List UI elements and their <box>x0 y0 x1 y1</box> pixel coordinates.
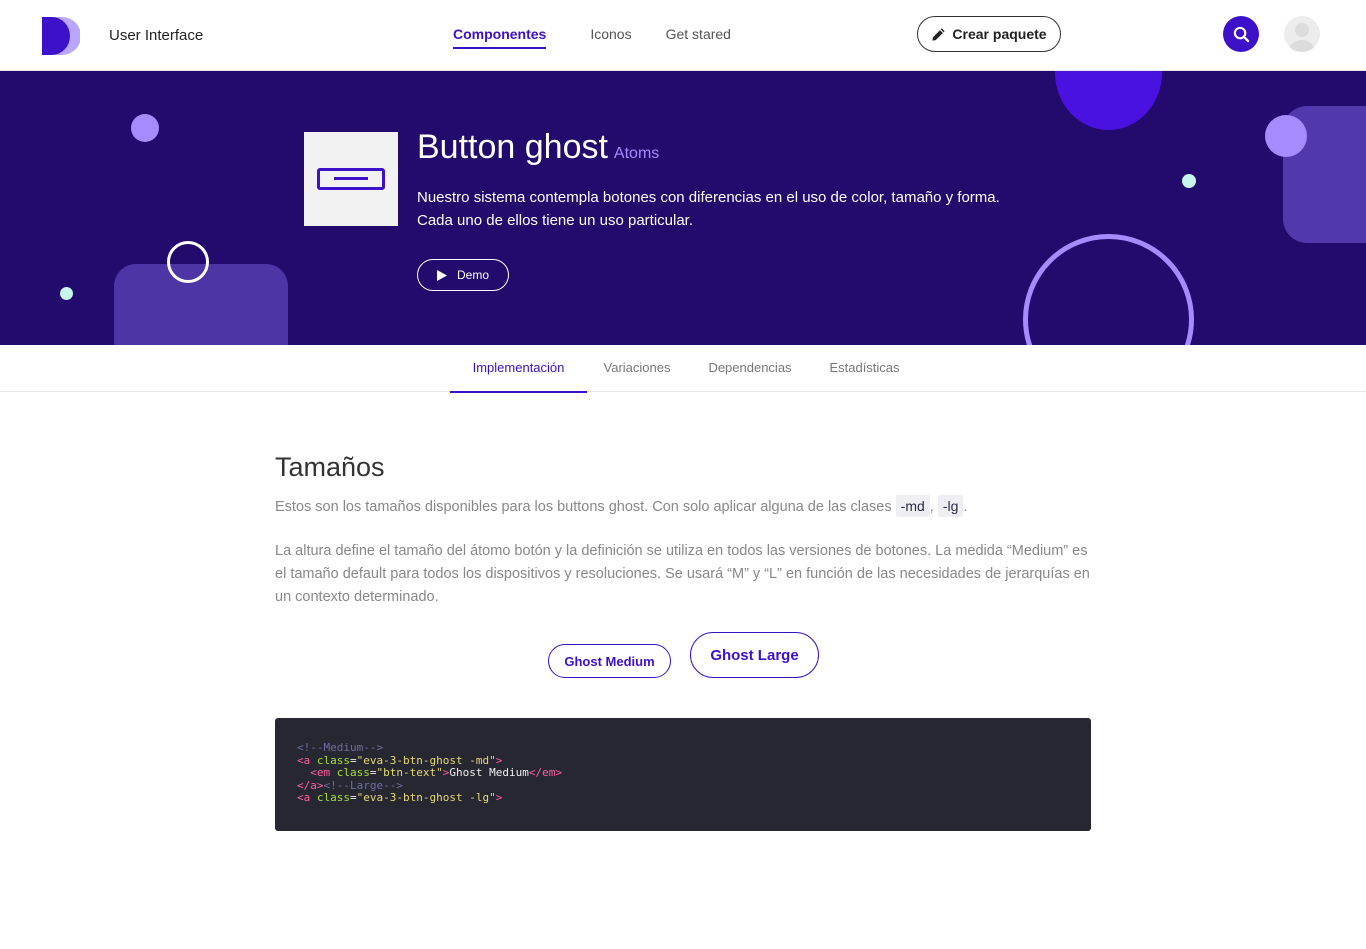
code-eq: = <box>350 791 357 804</box>
section-title: Tamaños <box>275 452 385 482</box>
code-tag-close: > <box>495 753 503 767</box>
demo-button-label: Demo <box>456 268 489 282</box>
top-header: User Interface Componentes Iconos Get st… <box>0 0 1366 71</box>
code-comment-large: <!--Large--> <box>323 778 403 792</box>
tab-implementacion[interactable]: Implementación <box>450 345 587 393</box>
code-line-3: <em class="btn-text">Ghost Medium</em> <box>297 766 1069 780</box>
sizes-intro: Estos son los tamaños disponibles para l… <box>275 495 1095 518</box>
hero-description: Nuestro sistema contempla botones con di… <box>417 186 1057 232</box>
tab-dependencias[interactable]: Dependencias <box>705 345 795 392</box>
logo-icon[interactable] <box>42 17 80 55</box>
page-title: Button ghost Atoms <box>417 128 659 167</box>
hero-banner: Button ghost Atoms Nuestro sistema contem… <box>0 71 1366 345</box>
main-nav: Componentes Iconos Get stared <box>453 0 770 71</box>
code-tag-end: </em> <box>528 766 562 779</box>
code-string: "eva-3-btn-ghost -lg" <box>356 791 496 804</box>
page-title-text: Button ghost <box>417 128 608 166</box>
tab-estadisticas[interactable]: Estadísticas <box>826 345 903 392</box>
decor-dot-left <box>60 287 73 300</box>
code-eq: = <box>350 753 357 767</box>
code-line-5: <a class="eva-3-btn-ghost -lg"> <box>297 791 1069 805</box>
decor-arc-right <box>1023 234 1194 345</box>
hero-description-line1: Nuestro sistema contempla botones con di… <box>417 189 1000 206</box>
code-tag-close: > <box>495 791 503 804</box>
decor-circle-right <box>1265 115 1307 157</box>
play-icon <box>436 269 447 281</box>
search-icon <box>1233 26 1249 42</box>
nav-get-started[interactable]: Get stared <box>666 0 731 71</box>
decor-circle-top <box>1055 71 1162 130</box>
nav-iconos[interactable]: Iconos <box>590 0 631 71</box>
decor-circle-left <box>131 114 159 142</box>
intro-period: . <box>963 499 968 515</box>
class-chip-md: -md <box>895 495 930 517</box>
code-tag: <a <box>297 753 317 767</box>
brand-name[interactable]: User Interface <box>109 27 203 44</box>
component-thumbnail <box>304 132 398 226</box>
user-avatar-icon <box>1290 23 1314 52</box>
button-preview-icon <box>317 168 385 190</box>
code-attr: class <box>336 766 370 779</box>
create-package-button[interactable]: Crear paquete <box>917 16 1061 52</box>
sizes-intro-text: Estos son los tamaños disponibles para l… <box>275 499 892 515</box>
nav-componentes[interactable]: Componentes <box>453 0 547 71</box>
user-avatar[interactable] <box>1284 16 1320 52</box>
code-eq: = <box>369 766 377 779</box>
create-package-label: Crear paquete <box>952 26 1047 42</box>
code-snippet[interactable]: <!--Medium--> <a class="eva-3-btn-ghost … <box>275 718 1091 831</box>
code-string: "btn-text" <box>376 766 443 779</box>
code-tag: <em <box>297 766 337 779</box>
sizes-description: La altura define el tamaño del átomo bot… <box>275 543 1090 605</box>
code-text: Ghost Medium <box>449 766 529 779</box>
code-tag-end: </a> <box>297 778 324 792</box>
ghost-medium-button[interactable]: Ghost Medium <box>548 644 671 678</box>
decor-dot-right <box>1182 174 1196 188</box>
code-attr: class <box>316 791 350 804</box>
ghost-large-button[interactable]: Ghost Large <box>690 632 819 678</box>
section-tabs: Implementación Variaciones Dependencias … <box>0 345 1366 393</box>
code-attr: class <box>316 753 350 767</box>
decor-ring-left <box>167 241 209 283</box>
demo-button[interactable]: Demo <box>417 259 509 291</box>
search-button[interactable] <box>1223 16 1259 52</box>
class-chip-lg: -lg <box>937 495 964 517</box>
code-tag: <a <box>297 791 317 804</box>
category-tag: Atoms <box>613 145 660 162</box>
code-string: "eva-3-btn-ghost -md" <box>356 753 496 767</box>
hero-description-line2: Cada uno de ellos tiene un uso particula… <box>417 212 694 229</box>
tab-variaciones[interactable]: Variaciones <box>599 345 675 392</box>
code-comment-medium: <!--Medium--> <box>297 741 384 754</box>
chip-separator: , <box>929 499 934 515</box>
pencil-icon <box>932 27 946 41</box>
